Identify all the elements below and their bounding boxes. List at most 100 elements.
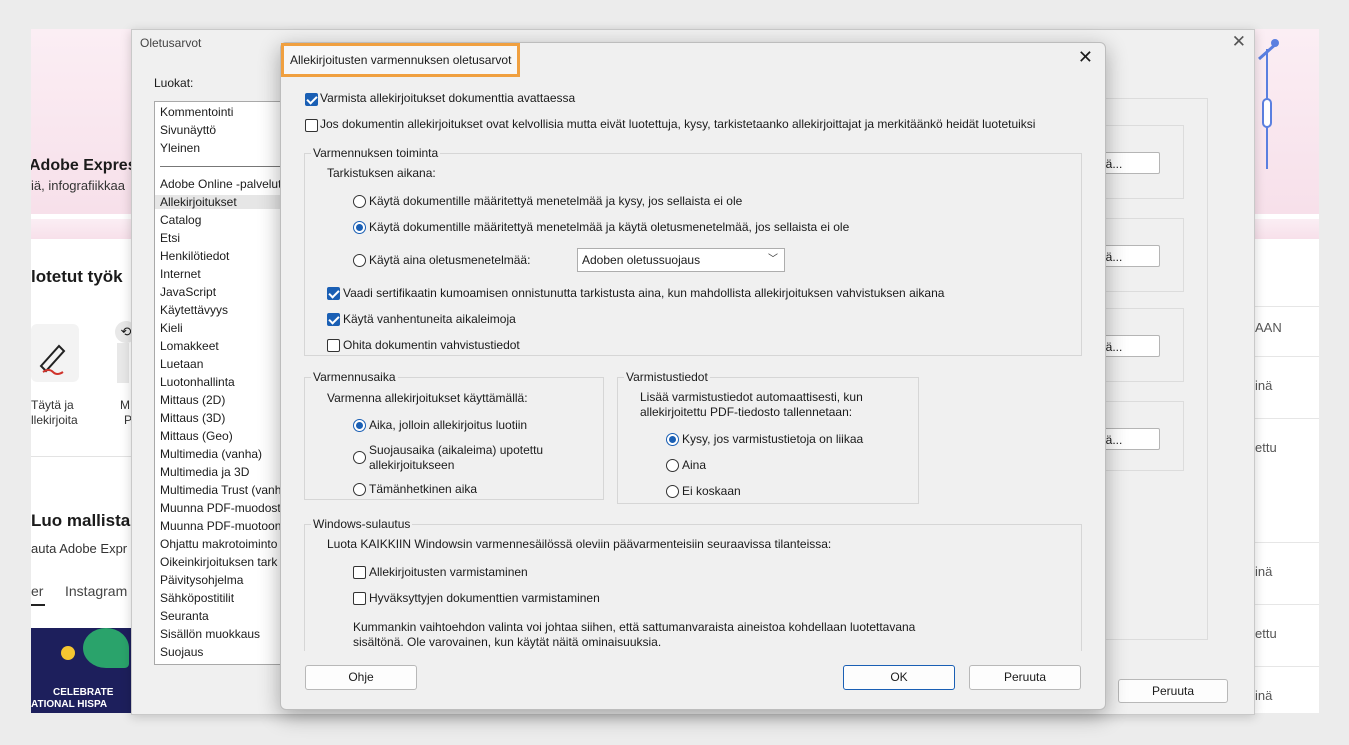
right-row-5: ettu xyxy=(1249,604,1319,666)
prefs-cancel-button[interactable]: Peruuta xyxy=(1118,679,1228,703)
category-item[interactable]: Mittaus (2D) xyxy=(160,393,225,407)
radio-current-time[interactable] xyxy=(353,483,366,496)
section-title: lotetut työk xyxy=(31,267,123,286)
category-item[interactable]: Sisällön muokkaus xyxy=(160,627,260,641)
category-item[interactable]: Ohjattu makrotoiminto xyxy=(160,537,277,551)
radio-never[interactable] xyxy=(666,485,679,498)
radio-signing-time[interactable] xyxy=(353,419,366,432)
promo-line1: CELEBRATE xyxy=(53,687,114,698)
category-item[interactable]: Muunna PDF-muodost xyxy=(160,501,281,515)
category-item[interactable]: Käytettävyys xyxy=(160,303,228,317)
brand-heading: Adobe Expres xyxy=(31,157,137,174)
tab-partial[interactable]: er xyxy=(31,583,43,599)
tool-tile-2[interactable] xyxy=(117,343,129,383)
divider xyxy=(31,456,131,457)
create-subtitle: auta Adobe Expr xyxy=(31,541,128,556)
windows-integration-legend: Windows-sulautus xyxy=(311,517,413,531)
when-verifying-label: Tarkistuksen aikana: xyxy=(327,166,436,180)
category-item[interactable]: Luetaan xyxy=(160,357,203,371)
fill-sign-tile[interactable] xyxy=(31,324,79,382)
category-item[interactable]: Kommentointi xyxy=(160,105,233,119)
category-item[interactable]: Adobe Online -palvelut xyxy=(160,177,281,191)
category-item[interactable]: Internet xyxy=(160,267,201,281)
category-item[interactable]: Oikeinkirjoituksen tark xyxy=(160,555,277,569)
category-item[interactable]: Sivunäyttö xyxy=(160,123,216,137)
category-item[interactable]: Yleinen xyxy=(160,141,200,155)
help-button[interactable]: Ohje xyxy=(305,665,417,690)
category-item[interactable]: Etsi xyxy=(160,231,180,245)
default-method-select[interactable]: Adoben oletussuojaus ﹀ xyxy=(577,248,785,272)
expired-timestamps-checkbox[interactable] xyxy=(327,313,340,326)
windows-integration-group: Windows-sulautus Luota KAIKKIIN Windowsi… xyxy=(304,517,1082,651)
leaf-shape xyxy=(83,628,129,668)
category-item-selected[interactable]: Allekirjoitukset xyxy=(155,195,285,209)
category-item[interactable]: Suojaus xyxy=(160,645,203,659)
diagram-graphic-icon xyxy=(1258,39,1279,169)
chevron-down-icon: ﹀ xyxy=(768,254,778,265)
category-item[interactable]: Henkilötiedot xyxy=(160,249,229,263)
category-item[interactable]: Catalog xyxy=(160,213,201,227)
right-row-2: inä xyxy=(1249,356,1319,418)
radio-current-time-label: Tämänhetkinen aika xyxy=(369,482,478,496)
trust-for-signatures-label: Allekirjoitusten varmistaminen xyxy=(369,565,528,579)
radio-always-label: Aina xyxy=(682,458,707,472)
expired-timestamps-label: Käytä vanhentuneita aikaleimoja xyxy=(343,312,516,326)
verification-behavior-group: Varmennuksen toiminta Tarkistuksen aikan… xyxy=(304,146,1082,356)
verification-behavior-legend: Varmennuksen toiminta xyxy=(311,146,441,160)
close-icon[interactable]: ✕ xyxy=(1232,32,1246,52)
radio-secure-time-label: Suojausaika (aikaleima) upotettu allekir… xyxy=(369,443,544,472)
close-icon[interactable]: ✕ xyxy=(1078,47,1093,68)
windows-warning-text: Kummankin vaihtoehdon valinta voi johtaa… xyxy=(353,620,916,649)
promo-line2: ATIONAL HISPA xyxy=(31,699,108,710)
category-item[interactable]: Luotonhallinta xyxy=(160,375,235,389)
tab-instagram[interactable]: Instagram xyxy=(65,583,127,599)
category-item[interactable]: Mittaus (3D) xyxy=(160,411,225,425)
ignore-doc-info-label: Ohita dokumentin vahvistustiedot xyxy=(343,338,520,352)
ask-trust-label: Jos dokumentin allekirjoitukset ovat kel… xyxy=(320,117,1036,131)
windows-trust-prompt: Luota KAIKKIIN Windowsin varmennesäilöss… xyxy=(327,537,832,551)
tab-underline xyxy=(31,604,45,606)
verification-time-legend: Varmennusaika xyxy=(311,370,398,384)
category-item[interactable]: Mittaus (Geo) xyxy=(160,429,233,443)
radio-secure-time[interactable] xyxy=(353,451,366,464)
trust-for-certified-label: Hyväksyttyjen dokumenttien varmistaminen xyxy=(369,591,600,605)
radio-always[interactable] xyxy=(666,459,679,472)
right-row-4: inä xyxy=(1249,542,1319,604)
default-method-value: Adoben oletussuojaus xyxy=(582,253,701,267)
category-item[interactable]: Multimedia Trust (vanh xyxy=(160,483,281,497)
verify-on-open-checkbox[interactable] xyxy=(305,93,318,106)
tool-label-2a: M xyxy=(120,398,130,412)
require-revocation-label: Vaadi sertifikaatin kumoamisen onnistunu… xyxy=(343,286,945,300)
radio-never-label: Ei koskaan xyxy=(682,484,741,498)
trust-for-signatures-checkbox[interactable] xyxy=(353,566,366,579)
pen-sign-icon xyxy=(39,344,66,375)
radio-always-default[interactable] xyxy=(353,254,366,267)
promo-card[interactable]: CELEBRATE ATIONAL HISPA xyxy=(31,628,131,713)
create-title: Luo mallista xyxy=(31,511,131,530)
signature-verification-dialog: Allekirjoitusten varmennuksen oletusarvo… xyxy=(280,42,1106,710)
radio-use-default-if-none[interactable] xyxy=(353,221,366,234)
category-item[interactable]: Lomakkeet xyxy=(160,339,219,353)
category-item[interactable]: JavaScript xyxy=(160,285,216,299)
ask-trust-checkbox[interactable] xyxy=(305,119,318,132)
category-item[interactable]: Sähköpostitilit xyxy=(160,591,234,605)
radio-ask-too-much[interactable] xyxy=(666,433,679,446)
verification-info-group: Varmistustiedot Lisää varmistustiedot au… xyxy=(617,370,919,504)
dialog-title: Allekirjoitusten varmennuksen oletusarvo… xyxy=(281,43,521,77)
category-item[interactable]: Multimedia (vanha) xyxy=(160,447,262,461)
ignore-doc-info-checkbox[interactable] xyxy=(327,339,340,352)
verify-time-prompt: Varmenna allekirjoitukset käyttämällä: xyxy=(327,391,528,405)
require-revocation-checkbox[interactable] xyxy=(327,287,340,300)
categories-list[interactable]: Kommentointi Sivunäyttö Yleinen Adobe On… xyxy=(154,101,286,665)
category-item[interactable]: Seuranta xyxy=(160,609,209,623)
categories-label: Luokat: xyxy=(154,76,194,90)
radio-ask-if-none[interactable] xyxy=(353,195,366,208)
trust-for-certified-checkbox[interactable] xyxy=(353,592,366,605)
cancel-button[interactable]: Peruuta xyxy=(969,665,1081,690)
category-item[interactable]: Päivitysohjelma xyxy=(160,573,243,587)
category-item[interactable]: Multimedia ja 3D xyxy=(160,465,249,479)
flower-shape xyxy=(61,646,75,660)
ok-button[interactable]: OK xyxy=(843,665,955,690)
category-item[interactable]: Kieli xyxy=(160,321,183,335)
category-item[interactable]: Muunna PDF-muotoon xyxy=(160,519,281,533)
